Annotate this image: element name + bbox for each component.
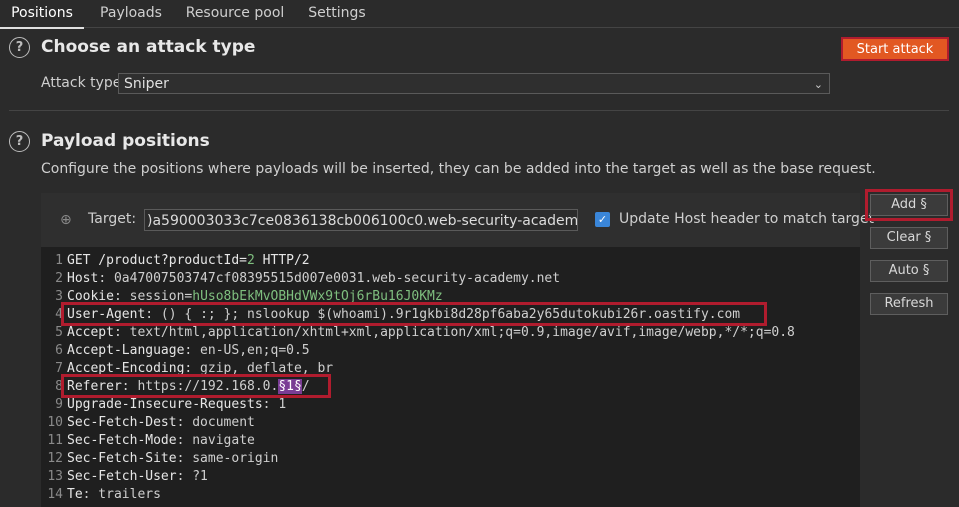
start-attack-button[interactable]: Start attack: [841, 37, 949, 61]
section-divider: [9, 110, 949, 111]
attack-type-label: Attack type:: [41, 75, 127, 91]
line-number: 1: [55, 253, 63, 268]
request-line: 2 Host: 0a47007503747cf08395515d007e0031.…: [41, 270, 560, 288]
header-key: Te: [67, 487, 83, 502]
request-line: 9 Upgrade-Insecure-Requests: 1: [41, 396, 286, 414]
line-number: 11: [47, 433, 63, 448]
request-line: 1 GET /product?productId=2 HTTP/2: [41, 252, 310, 270]
header-key: Sec-Fetch-Mode: [67, 433, 177, 448]
header-value: : 1: [262, 397, 287, 412]
auto-markers-button[interactable]: Auto §: [870, 260, 948, 282]
header-value: : same-origin: [176, 451, 279, 466]
referer-highlight: [61, 374, 331, 398]
header-key: Sec-Fetch-Dest: [67, 415, 177, 430]
header-value: : text/html,application/xhtml+xml,applic…: [113, 325, 795, 340]
header-key: Accept-Language: [67, 343, 185, 358]
tab-resource-pool[interactable]: Resource pool: [182, 0, 288, 27]
tab-positions[interactable]: Positions: [0, 0, 84, 29]
header-value: : 0a47007503747cf08395515d007e0031.web-s…: [98, 271, 561, 286]
tab-bar: Positions Payloads Resource pool Setting…: [0, 0, 959, 29]
tab-payloads[interactable]: Payloads: [90, 0, 172, 27]
line-number: 9: [55, 397, 63, 412]
target-input[interactable]: )a590003033c7ce0836138cb006100c0.web-sec…: [144, 209, 578, 231]
request-line: 6 Accept-Language: en-US,en;q=0.5: [41, 342, 310, 360]
tab-settings[interactable]: Settings: [300, 0, 374, 27]
header-key: Sec-Fetch-User: [67, 469, 177, 484]
chevron-down-icon: ⌄: [813, 78, 823, 91]
add-marker-button[interactable]: Add §: [865, 189, 953, 221]
request-line: 14 Te: trailers: [41, 486, 161, 504]
payload-positions-heading: Payload positions: [41, 131, 210, 151]
header-key: Accept: [67, 325, 114, 340]
header-value: : document: [176, 415, 255, 430]
refresh-button[interactable]: Refresh: [870, 293, 948, 315]
help-icon[interactable]: ?: [9, 131, 30, 152]
request-line: 13 Sec-Fetch-User: ?1: [41, 468, 208, 486]
attack-type-heading: Choose an attack type: [41, 37, 256, 57]
header-value: : trailers: [82, 487, 161, 502]
request-line: 10 Sec-Fetch-Dest: document: [41, 414, 255, 432]
request-param: 2: [247, 253, 255, 268]
crosshair-icon: ⊕: [60, 212, 72, 228]
line-number: 14: [47, 487, 63, 502]
header-value: : en-US,en;q=0.5: [184, 343, 310, 358]
update-host-checkbox[interactable]: ✓: [595, 212, 610, 227]
line-number: 12: [47, 451, 63, 466]
attack-type-select[interactable]: Sniper ⌄: [118, 73, 830, 94]
request-line: 5 Accept: text/html,application/xhtml+xml…: [41, 324, 795, 342]
attack-type-value: Sniper: [124, 76, 169, 92]
line-number: 6: [55, 343, 63, 358]
update-host-label: Update Host header to match target: [619, 211, 875, 227]
line-number: 10: [47, 415, 63, 430]
line-number: 2: [55, 271, 63, 286]
request-line: 11 Sec-Fetch-Mode: navigate: [41, 432, 255, 450]
header-key: Host: [67, 271, 99, 286]
header-value: : navigate: [176, 433, 255, 448]
header-key: Upgrade-Insecure-Requests: [67, 397, 263, 412]
header-value: : ?1: [176, 469, 208, 484]
request-line: 12 Sec-Fetch-Site: same-origin: [41, 450, 278, 468]
request-proto: HTTP/2: [254, 253, 310, 268]
header-key: Sec-Fetch-Site: [67, 451, 177, 466]
help-icon[interactable]: ?: [9, 37, 30, 58]
line-number: 13: [47, 469, 63, 484]
line-number: 5: [55, 325, 63, 340]
payload-positions-description: Configure the positions where payloads w…: [41, 161, 876, 177]
request-method: GET /product?productId=: [67, 253, 248, 268]
clear-markers-button[interactable]: Clear §: [870, 227, 948, 249]
target-label: Target:: [88, 211, 137, 227]
user-agent-highlight: [61, 302, 767, 326]
